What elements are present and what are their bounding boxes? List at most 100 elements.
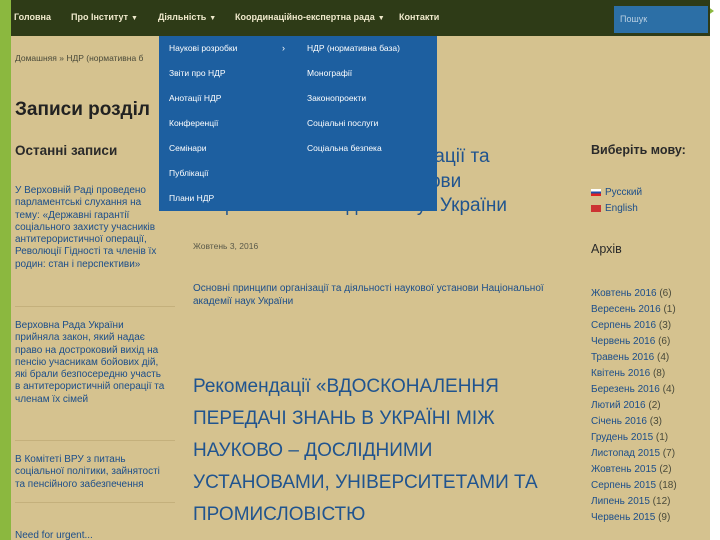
archive-item[interactable]: Червень 2016 (6) — [591, 336, 670, 347]
post-title-line: УСТАНОВАМИ, УНІВЕРСИТЕТАМИ ТА — [193, 472, 538, 493]
recent-post-link[interactable]: В Комітеті ВРУ з питань соціальної політ… — [15, 454, 175, 491]
archive-count: (3) — [658, 320, 672, 331]
archive-count: (2) — [659, 464, 672, 475]
archive-item[interactable]: Жовтень 2016 (6) — [591, 288, 672, 299]
right-margin — [710, 0, 720, 540]
archive-item[interactable]: Листопад 2015 (7) — [591, 448, 675, 459]
recent-post-line: У Верховній Раді проведено — [15, 185, 146, 196]
archive-count: (7) — [662, 448, 676, 459]
submenu-item-normative-base[interactable]: НДР (нормативна база) — [307, 43, 400, 53]
excerpt-line: академії наук України — [193, 295, 294, 307]
chevron-down-icon: ▼ — [209, 15, 217, 22]
nav-item-council[interactable]: Координаційно-експертна рада ▼ — [235, 12, 385, 22]
archive-item[interactable]: Лютий 2016 (2) — [591, 400, 661, 411]
archive-month-link[interactable]: Березень 2016 — [591, 384, 660, 395]
archive-count: (1) — [663, 304, 676, 315]
menu-item-conferences[interactable]: Конференції — [169, 118, 218, 128]
recent-post-line: соціальної політики, зайнятості — [15, 466, 160, 478]
recent-post-line: парламентські слухання на — [15, 197, 142, 209]
recent-post-line: тему: «Державні гарантії — [15, 209, 130, 221]
archive-item[interactable]: Вересень 2016 (1) — [591, 304, 676, 315]
nav-item-council-label: Координаційно-експертна рада — [235, 12, 375, 22]
recent-post-link[interactable]: Верховна Рада України прийняла закон, як… — [15, 320, 175, 406]
archive-month-link[interactable]: Червень 2016 — [591, 336, 655, 347]
post-title-line: ПЕРЕДАЧІ ЗНАНЬ В УКРАЇНІ МІЖ — [193, 408, 495, 429]
nav-item-contacts[interactable]: Контакти — [399, 12, 439, 22]
page-title: Записи розділ — [15, 99, 150, 120]
menu-item-reports[interactable]: Звіти про НДР — [169, 68, 226, 78]
menu-item-abstracts[interactable]: Анотації НДР — [169, 93, 221, 103]
archive-item[interactable]: Серпень 2016 (3) — [591, 320, 671, 331]
divider — [15, 502, 175, 503]
archive-month-link[interactable]: Вересень 2016 — [591, 304, 661, 315]
archive-month-link[interactable]: Січень 2016 — [591, 416, 647, 427]
submenu-item-social-security[interactable]: Соціальна безпека — [307, 143, 382, 153]
menu-item-plans[interactable]: Плани НДР — [169, 193, 214, 203]
nav-item-home[interactable]: Головна — [14, 12, 51, 22]
post-title-line: ПРОМИСЛОВІСТЮ — [193, 504, 366, 525]
language-link-ru[interactable]: Русский — [591, 187, 642, 198]
archive-month-link[interactable]: Листопад 2015 — [591, 448, 660, 459]
excerpt-line: Основні принципи організації та діяльнос… — [193, 283, 544, 294]
archive-count: (9) — [658, 512, 671, 523]
recent-post-line: членам їх сімей — [15, 393, 89, 405]
archive-month-link[interactable]: Травень 2016 — [591, 352, 654, 363]
archive-count: (4) — [656, 352, 670, 363]
activity-dropdown-menu: Наукові розробки › Звіти про НДР Анотаці… — [159, 36, 437, 211]
post-excerpt[interactable]: Основні принципи організації та діяльнос… — [193, 283, 578, 308]
language-label: Русский — [605, 187, 643, 198]
nav-item-about[interactable]: Про Інститут ▼ — [71, 12, 138, 22]
archive-month-link[interactable]: Жовтень 2015 — [591, 464, 657, 475]
archive-month-link[interactable]: Серпень 2015 — [591, 480, 656, 491]
recent-post-link[interactable]: У Верховній Раді проведено парламентські… — [15, 185, 175, 271]
language-link-en[interactable]: English — [591, 203, 638, 214]
archive-count: (6) — [658, 336, 671, 347]
archive-item[interactable]: Березень 2016 (4) — [591, 384, 675, 395]
chevron-right-icon: › — [282, 43, 285, 53]
recent-post-line: пенсію учасникам бойових дій, — [15, 356, 159, 368]
recent-post-link[interactable]: Need for urgent... — [15, 530, 175, 540]
breadcrumb: Домашняя » НДР (нормативна б — [15, 53, 144, 63]
archive-month-link[interactable]: Липень 2015 — [591, 496, 650, 507]
submenu-item-bills[interactable]: Законопроекти — [307, 93, 366, 103]
recent-post-line: родин: стан і перспективи» — [15, 258, 141, 270]
nav-item-activity[interactable]: Діяльність ▼ — [158, 12, 216, 22]
archive-count: (18) — [658, 480, 677, 491]
submenu-item-monographs[interactable]: Монографії — [307, 68, 352, 78]
menu-item-publications[interactable]: Публікації — [169, 168, 209, 178]
archive-item[interactable]: Жовтень 2015 (2) — [591, 464, 672, 475]
archive-item[interactable]: Червень 2015 (9) — [591, 512, 670, 523]
russia-flag-icon — [591, 188, 601, 196]
language-label: English — [605, 203, 638, 214]
chevron-down-icon: ▼ — [131, 15, 138, 22]
archive-count: (2) — [648, 400, 661, 411]
menu-item-research[interactable]: Наукові розробки — [169, 43, 237, 53]
top-navigation-bar: Головна Про Інститут ▼ Діяльність ▼ Коорди… — [11, 0, 710, 36]
archive-item[interactable]: Липень 2015 (12) — [591, 496, 670, 507]
recent-post-line: право на достроковий вихід на — [15, 344, 159, 356]
archive-item[interactable]: Серпень 2015 (18) — [591, 480, 677, 491]
divider — [15, 306, 175, 307]
archive-item[interactable]: Травень 2016 (4) — [591, 352, 669, 363]
archive-heading: Архів — [591, 242, 622, 256]
menu-item-seminars[interactable]: Семінари — [169, 143, 207, 153]
archive-count: (6) — [659, 288, 672, 299]
archive-item[interactable]: Квітень 2016 (8) — [591, 368, 665, 379]
archive-count: (12) — [652, 496, 671, 507]
archive-month-link[interactable]: Грудень 2015 — [591, 432, 653, 443]
post-title-link[interactable]: Рекомендації «ВДОСКОНАЛЕННЯ ПЕРЕДАЧІ ЗНА… — [193, 371, 578, 531]
archive-month-link[interactable]: Серпень 2016 — [591, 320, 656, 331]
recent-post-line: антитерористичної операції, — [15, 234, 147, 246]
archive-item[interactable]: Грудень 2015 (1) — [591, 432, 668, 443]
post-title-line: Рекомендації «ВДОСКОНАЛЕННЯ — [193, 376, 499, 397]
submenu-item-social-services[interactable]: Соціальні послуги — [307, 118, 378, 128]
archive-item[interactable]: Січень 2016 (3) — [591, 416, 662, 427]
archive-month-link[interactable]: Лютий 2016 — [591, 400, 646, 411]
recent-post-line: прийняла закон, який надає — [15, 332, 145, 344]
search-input[interactable]: Пошук — [614, 6, 708, 33]
archive-month-link[interactable]: Жовтень 2016 — [591, 288, 657, 299]
archive-count: (1) — [655, 432, 669, 443]
uk-flag-icon — [591, 204, 601, 212]
archive-month-link[interactable]: Квітень 2016 — [591, 368, 650, 379]
archive-month-link[interactable]: Червень 2015 — [591, 512, 655, 523]
